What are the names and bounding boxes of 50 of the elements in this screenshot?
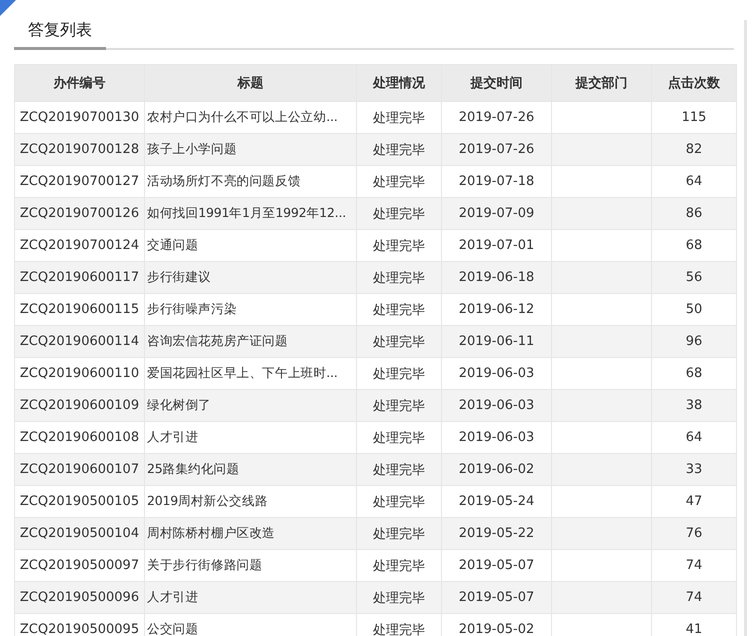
table-cell: ZCQ20190700128 xyxy=(14,134,144,166)
table-cell: 33 xyxy=(652,454,736,486)
table-cell: ZCQ20190500095 xyxy=(14,614,144,636)
title-link[interactable]: 人才引进 xyxy=(144,582,356,614)
table-cell: 2019-06-02 xyxy=(442,454,552,486)
table-cell: 处理完毕 xyxy=(356,134,442,166)
table-cell: 处理完毕 xyxy=(356,198,442,230)
table-cell: 96 xyxy=(652,326,736,358)
table-cell: 处理完毕 xyxy=(356,518,442,550)
table-cell: ZCQ20190500104 xyxy=(14,518,144,550)
table-cell: 2019-05-07 xyxy=(442,582,552,614)
table-cell: 56 xyxy=(652,262,736,294)
table-cell: 86 xyxy=(652,198,736,230)
table-cell: 82 xyxy=(652,134,736,166)
column-header: 处理情况 xyxy=(356,64,442,102)
table-cell: ZCQ20190700126 xyxy=(14,198,144,230)
corner-triangle-icon xyxy=(0,0,16,16)
table-cell: 2019-05-22 xyxy=(442,518,552,550)
table-cell: 处理完毕 xyxy=(356,390,442,422)
table-cell: 76 xyxy=(652,518,736,550)
table-cell: 处理完毕 xyxy=(356,262,442,294)
title-link[interactable]: 公交问题 xyxy=(144,614,356,636)
table-cell: 处理完毕 xyxy=(356,454,442,486)
table-cell: 2019-06-03 xyxy=(442,390,552,422)
table-cell: ZCQ20190600109 xyxy=(14,390,144,422)
table-cell: ZCQ20190600107 xyxy=(14,454,144,486)
table-cell: 2019-06-18 xyxy=(442,262,552,294)
table-cell: 2019-07-26 xyxy=(442,134,552,166)
column-header: 点击次数 xyxy=(652,64,736,102)
title-link[interactable]: 25路集约化问题 xyxy=(144,454,356,486)
table-cell: 38 xyxy=(652,390,736,422)
title-link[interactable]: 绿化树倒了 xyxy=(144,390,356,422)
title-link[interactable]: 步行街建议 xyxy=(144,262,356,294)
tab[interactable]: 答复列表 xyxy=(14,20,106,50)
column-header: 办件编号 xyxy=(14,64,144,102)
column-header: 提交时间 xyxy=(442,64,552,102)
table-cell: 2019-06-11 xyxy=(442,326,552,358)
table-cell: 处理完毕 xyxy=(356,326,442,358)
title-link[interactable]: 孩子上小学问题 xyxy=(144,134,356,166)
title-link[interactable]: 周村陈桥村棚户区改造 xyxy=(144,518,356,550)
column-header: 标题 xyxy=(144,64,356,102)
table-cell: ZCQ20190600117 xyxy=(14,262,144,294)
title-link[interactable]: 咨询宏信花苑房产证问题 xyxy=(144,326,356,358)
column-header: 提交部门 xyxy=(552,64,652,102)
table-cell: 2019-07-09 xyxy=(442,198,552,230)
title-link[interactable]: 如何找回1991年1月至1992年12... xyxy=(144,198,356,230)
table-cell: 74 xyxy=(652,582,736,614)
table-cell: ZCQ20190500096 xyxy=(14,582,144,614)
table-cell: ZCQ20190600114 xyxy=(14,326,144,358)
table-cell: 处理完毕 xyxy=(356,582,442,614)
